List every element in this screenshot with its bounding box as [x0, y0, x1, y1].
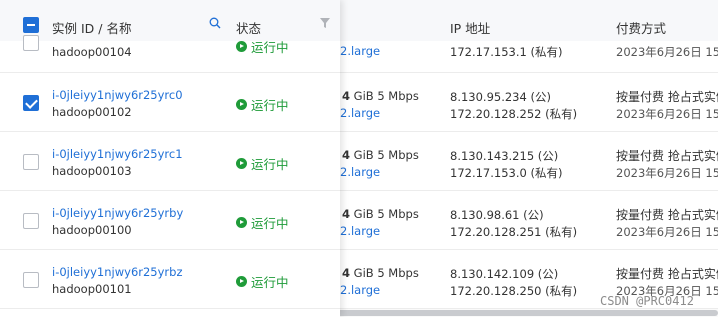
filter-icon[interactable]	[320, 18, 330, 28]
running-icon	[236, 276, 247, 287]
running-icon	[236, 217, 247, 228]
fixed-header: 实例 ID / 名称 状态	[0, 0, 340, 47]
ip-public: 8.130.142.109 (公)	[450, 267, 559, 281]
status-running: 运行中	[236, 213, 289, 232]
table-row[interactable]: i-0jleiyy1njwy6r25yrbz hadoop00101 运行中	[0, 250, 340, 309]
pay-sub: 2023年6月26日 15:00	[616, 45, 718, 59]
spec-bandwidth: 4 GiB 5 Mbps	[342, 207, 419, 221]
row-checkbox[interactable]	[23, 213, 39, 229]
fixed-left-columns: 实例 ID / 名称 状态 hadoop00104 运行中 i-0jleiyy1…	[0, 0, 340, 317]
pay-type: 按量付费 抢占式实例	[616, 267, 718, 281]
spec-sub[interactable]: 2.large	[340, 165, 380, 179]
ip-public: 8.130.98.61 (公)	[450, 208, 544, 222]
running-icon	[236, 99, 247, 110]
instance-name: hadoop00102	[52, 105, 132, 119]
watermark: CSDN @PRC0412	[600, 294, 694, 308]
status-column-header: 状态	[236, 21, 262, 36]
ip-private: 172.20.128.251 (私有)	[450, 225, 578, 239]
row-checkbox[interactable]	[23, 95, 39, 111]
ip-column-header: IP 地址	[450, 21, 491, 36]
status-running: 运行中	[236, 272, 289, 291]
ip-private: 172.20.128.252 (私有)	[450, 107, 578, 121]
table-row[interactable]: i-0jleiyy1njwy6r25yrc1 hadoop00103 运行中	[0, 132, 340, 191]
instance-id-link[interactable]: i-0jleiyy1njwy6r25yrby	[52, 206, 183, 220]
spec-sub[interactable]: 2.large	[340, 283, 380, 297]
table-row-partial[interactable]: hadoop00104 运行中	[0, 35, 340, 73]
spec-sub[interactable]: 2.large	[340, 106, 380, 120]
pay-sub: 2023年6月26日 15:00	[616, 166, 718, 180]
ip-private: 172.17.153.1 (私有)	[450, 45, 563, 59]
instance-id-link[interactable]: i-0jleiyy1njwy6r25yrc1	[52, 147, 183, 161]
row-checkbox[interactable]	[23, 154, 39, 170]
spec-bandwidth: 4 GiB 5 Mbps	[342, 148, 419, 162]
running-icon	[236, 158, 247, 169]
table-row[interactable]: i-0jleiyy1njwy6r25yrby hadoop00100 运行中	[0, 191, 340, 250]
pay-column-header: 付费方式	[616, 21, 667, 36]
instance-name: hadoop00104	[52, 45, 132, 59]
pay-sub: 2023年6月26日 15:00	[616, 107, 718, 121]
status-running: 运行中	[236, 154, 289, 173]
running-icon	[236, 41, 247, 52]
ip-public: 8.130.95.234 (公)	[450, 90, 551, 104]
status-running: 运行中	[236, 37, 289, 56]
instance-id-link[interactable]: i-0jleiyy1njwy6r25yrc0	[52, 88, 183, 102]
row-checkbox[interactable]	[23, 272, 39, 288]
instance-id-link[interactable]: i-0jleiyy1njwy6r25yrbz	[52, 265, 183, 279]
ip-public: 8.130.143.215 (公)	[450, 149, 559, 163]
instance-name: hadoop00100	[52, 223, 132, 237]
ip-private: 172.17.153.0 (私有)	[450, 166, 563, 180]
ip-private: 172.20.128.250 (私有)	[450, 284, 578, 298]
spec-bandwidth: 4 GiB 5 Mbps	[342, 89, 419, 103]
spec-sub[interactable]: 2.large	[340, 224, 380, 238]
spec-sub[interactable]: 2.large	[340, 44, 380, 58]
id-name-column-header: 实例 ID / 名称	[52, 21, 132, 36]
table-row[interactable]: i-0jleiyy1njwy6r25yrc0 hadoop00102 运行中	[0, 73, 340, 132]
instance-name: hadoop00103	[52, 164, 132, 178]
pay-type: 按量付费 抢占式实例	[616, 90, 718, 104]
search-icon[interactable]	[209, 17, 221, 29]
pay-type: 按量付费 抢占式实例	[616, 149, 718, 163]
row-checkbox[interactable]	[23, 35, 39, 51]
spec-bandwidth: 4 GiB 5 Mbps	[342, 266, 419, 280]
status-running: 运行中	[236, 95, 289, 114]
select-all-checkbox[interactable]	[23, 17, 39, 33]
instance-name: hadoop00101	[52, 282, 132, 296]
pay-sub: 2023年6月26日 15:00	[616, 225, 718, 239]
pay-type: 按量付费 抢占式实例	[616, 208, 718, 222]
